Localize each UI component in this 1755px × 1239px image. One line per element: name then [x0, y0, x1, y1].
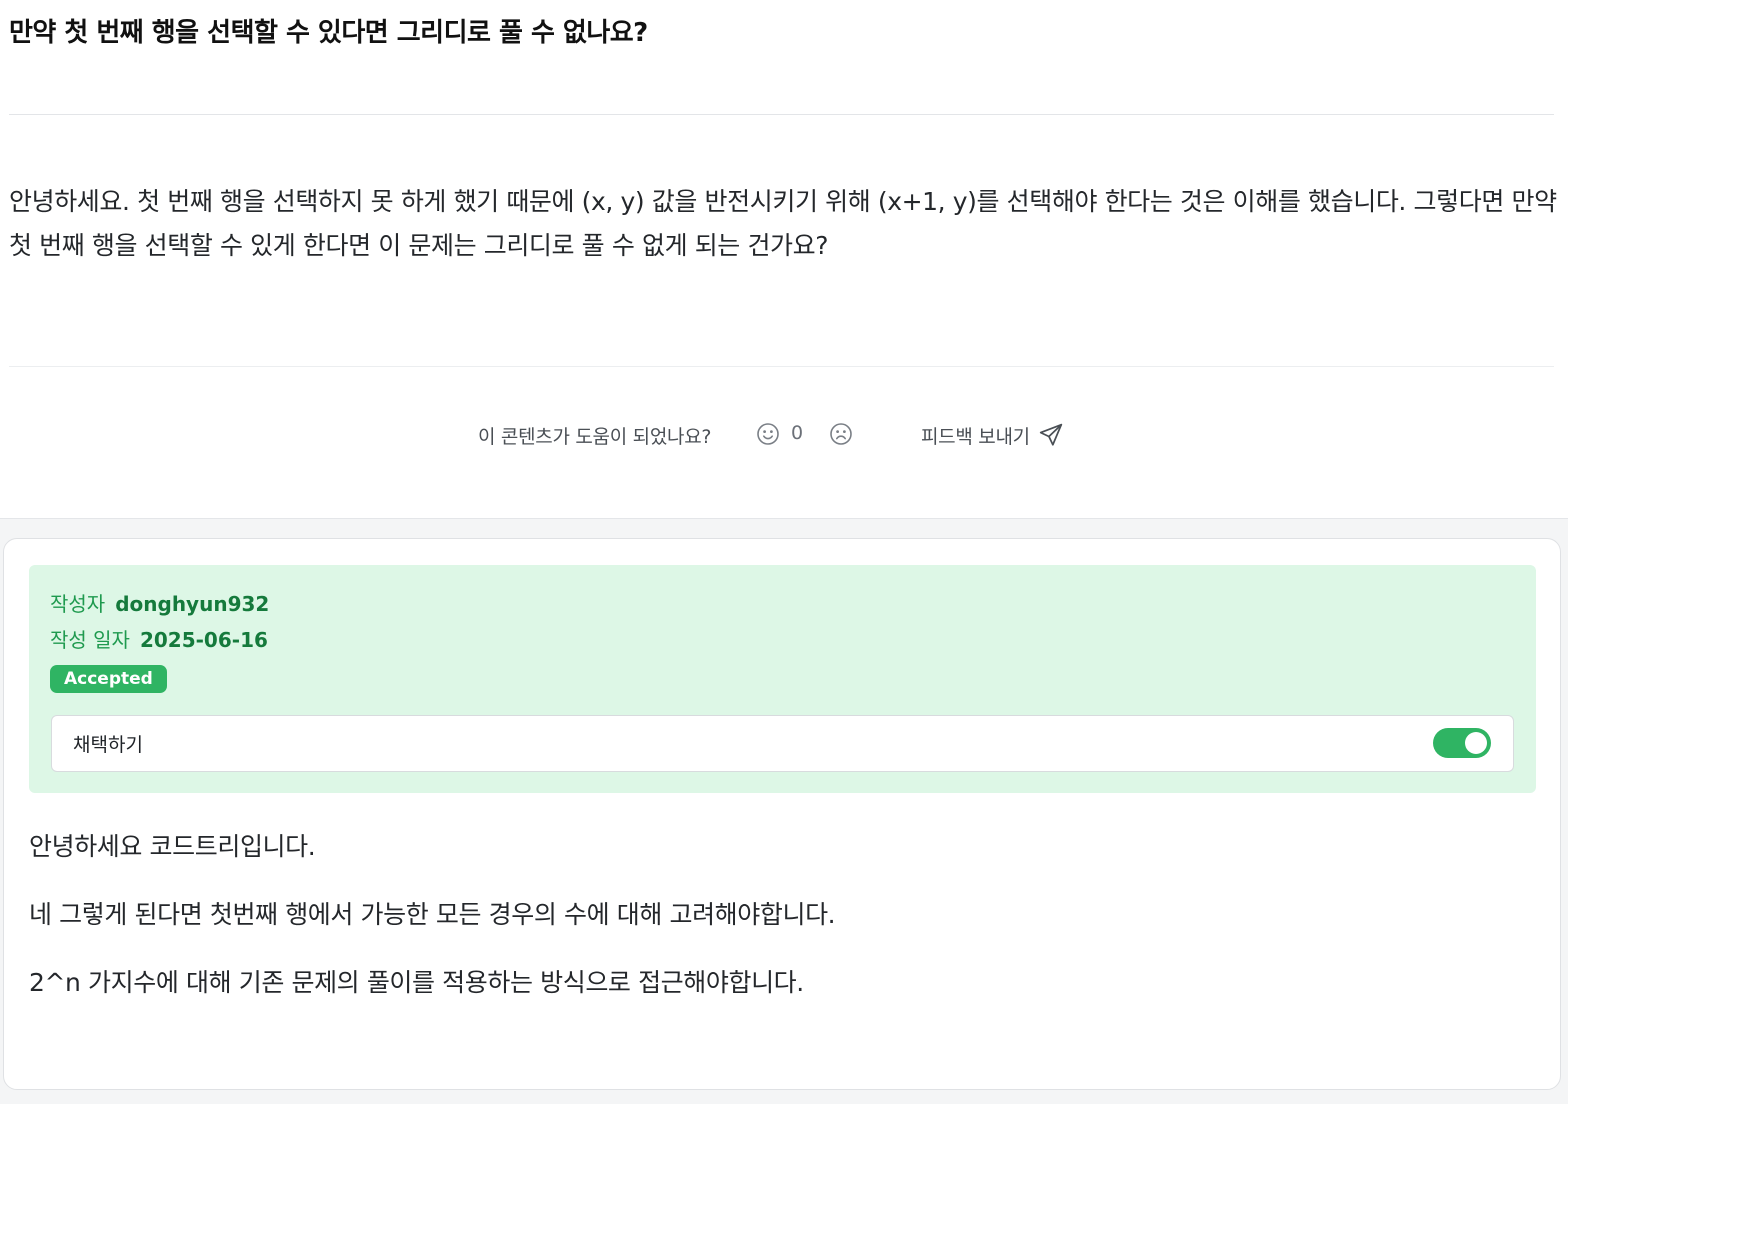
- accept-toggle[interactable]: [1433, 728, 1491, 758]
- date-row: 작성 일자 2025-06-16: [50, 624, 268, 653]
- smile-icon[interactable]: [756, 422, 780, 446]
- question-body: 안녕하세요. 첫 번째 행을 선택하지 못 하게 했기 때문에 (x, y) 값…: [9, 187, 1557, 260]
- answer-paragraph: 안녕하세요 코드트리입니다.: [29, 832, 316, 861]
- answer-paragraph: 2^n 가지수에 대해 기존 문제의 풀이를 적용하는 방식으로 접근해야합니다…: [29, 968, 804, 997]
- feedback-bar: 이 콘텐츠가 도움이 되었나요? 0 피드백 보내기: [0, 418, 1568, 452]
- answer-body: 안녕하세요 코드트리입니다. 네 그렇게 된다면 첫번째 행에서 가능한 모든 …: [29, 827, 1529, 1031]
- send-feedback-button[interactable]: 피드백 보내기: [921, 420, 1064, 450]
- body-divider: [9, 366, 1554, 367]
- answer-section: 작성자 donghyun932 작성 일자 2025-06-16 Accepted …: [0, 518, 1568, 1104]
- like-count: 0: [791, 422, 804, 444]
- accept-label: 채택하기: [73, 734, 143, 756]
- paper-plane-icon: [1038, 422, 1064, 448]
- status-badge: Accepted: [50, 665, 167, 693]
- title-divider: [9, 114, 1554, 115]
- frown-icon[interactable]: [829, 422, 853, 446]
- send-feedback-label: 피드백 보내기: [921, 425, 1030, 448]
- toggle-knob: [1465, 732, 1487, 754]
- answer-date: 2025-06-16: [139, 628, 268, 652]
- accept-row: 채택하기: [51, 715, 1514, 772]
- author-name: donghyun932: [115, 592, 270, 616]
- author-row: 작성자 donghyun932: [50, 588, 269, 617]
- answer-paragraph: 네 그렇게 된다면 첫번째 행에서 가능한 모든 경우의 수에 대해 고려해야합…: [29, 900, 836, 929]
- question-title: 만약 첫 번째 행을 선택할 수 있다면 그리디로 풀 수 없나요?: [9, 18, 648, 48]
- answer-meta-box: 작성자 donghyun932 작성 일자 2025-06-16 Accepted …: [29, 565, 1536, 793]
- date-key: 작성 일자: [50, 628, 130, 652]
- answer-card: 작성자 donghyun932 작성 일자 2025-06-16 Accepted …: [3, 538, 1561, 1090]
- author-key: 작성자: [50, 592, 106, 616]
- question-section: 만약 첫 번째 행을 선택할 수 있다면 그리디로 풀 수 없나요? 안녕하세요…: [0, 0, 1568, 518]
- feedback-question: 이 콘텐츠가 도움이 되었나요?: [478, 426, 712, 448]
